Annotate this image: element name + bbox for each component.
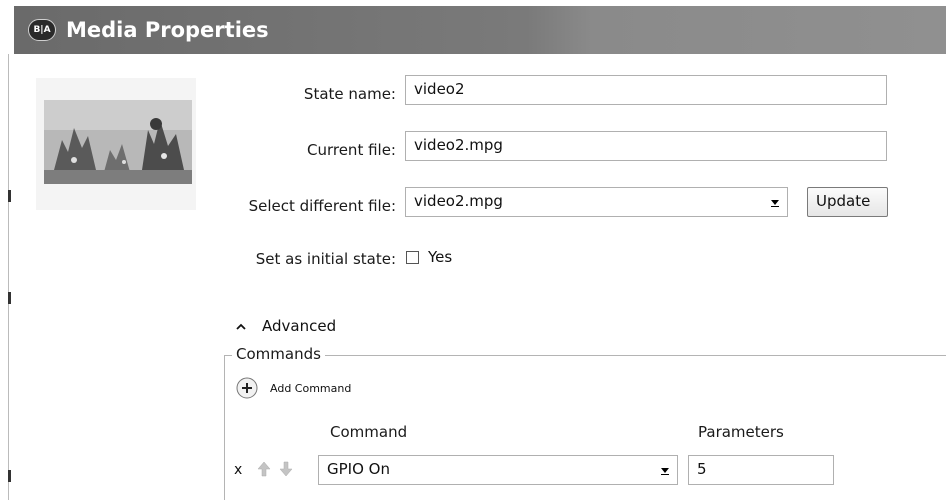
state-name-label: State name: xyxy=(303,85,396,103)
window-left-border xyxy=(8,54,9,500)
remove-x-icon[interactable]: x xyxy=(234,462,242,478)
select-file-value: video2.mpg xyxy=(414,192,503,210)
command-select-value: GPIO On xyxy=(327,460,390,478)
advanced-toggle-label[interactable]: Advanced xyxy=(262,317,336,335)
parameters-input[interactable]: 5 xyxy=(688,455,834,485)
dropdown-arrow-icon[interactable] xyxy=(767,194,783,212)
current-file-input[interactable]: video2.mpg xyxy=(405,131,887,161)
commands-legend: Commands xyxy=(232,345,325,363)
dropdown-arrow-icon[interactable] xyxy=(657,462,673,480)
chevron-up-icon[interactable] xyxy=(234,319,248,333)
select-file-dropdown[interactable]: video2.mpg xyxy=(405,187,788,217)
title-bar: B|A Media Properties xyxy=(14,6,946,54)
video-thumbnail xyxy=(44,100,192,184)
border-tick xyxy=(8,470,11,482)
arrow-down-icon[interactable] xyxy=(278,460,294,478)
arrow-up-icon[interactable] xyxy=(256,460,272,478)
window-title: Media Properties xyxy=(66,18,269,42)
command-select[interactable]: GPIO On xyxy=(318,455,678,485)
current-file-label: Current file: xyxy=(306,141,396,159)
select-file-label: Select different file: xyxy=(248,197,396,215)
border-tick xyxy=(8,190,11,202)
initial-state-yes-label: Yes xyxy=(428,248,453,266)
border-tick xyxy=(8,292,11,304)
parameters-column-header: Parameters xyxy=(698,423,784,441)
initial-state-checkbox[interactable] xyxy=(406,251,419,264)
state-name-input[interactable]: video2 xyxy=(405,75,887,105)
update-button[interactable]: Update xyxy=(807,187,888,217)
brightauthor-logo-icon: B|A xyxy=(28,19,56,41)
command-column-header: Command xyxy=(330,423,408,441)
initial-state-label: Set as initial state: xyxy=(255,250,396,268)
plus-circle-icon[interactable] xyxy=(236,377,258,399)
add-command-button[interactable]: Add Command xyxy=(270,382,351,395)
media-thumbnail-frame xyxy=(36,78,196,210)
